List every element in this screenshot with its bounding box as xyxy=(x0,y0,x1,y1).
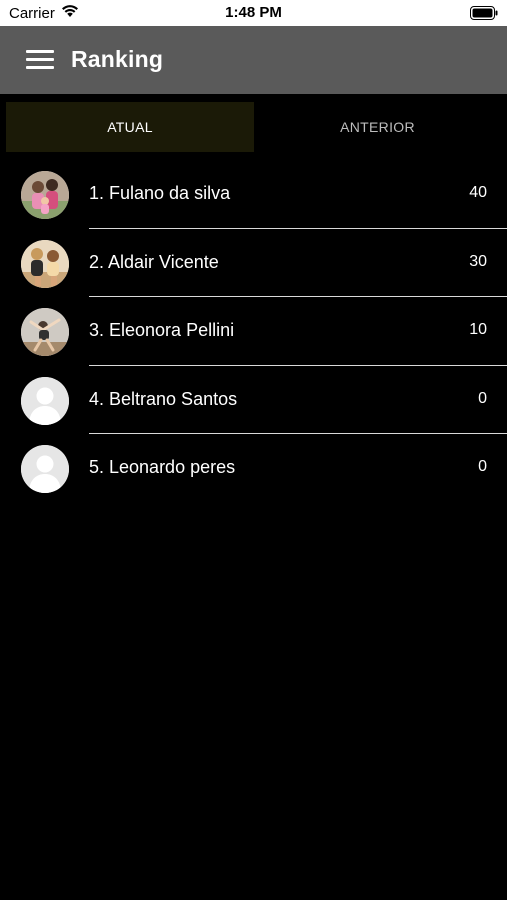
ranking-row[interactable]: 4. Beltrano Santos 0 xyxy=(0,366,507,434)
avatar-photo xyxy=(21,171,69,219)
tab-atual[interactable]: ATUAL xyxy=(6,102,254,152)
player-name: 4. Beltrano Santos xyxy=(89,388,238,409)
status-bar: Carrier 1:48 PM xyxy=(0,0,507,26)
ranking-row[interactable]: 3. Eleonora Pellini 10 xyxy=(0,297,507,366)
player-name: 5. Leonardo peres xyxy=(89,457,236,477)
player-name: 1. Fulano da silva xyxy=(89,183,231,203)
player-name: 3. Eleonora Pellini xyxy=(89,320,235,340)
player-score: 10 xyxy=(469,321,487,338)
app-bar: Ranking xyxy=(0,26,507,94)
status-time: 1:48 PM xyxy=(225,4,282,21)
tab-bar: ATUAL ANTERIOR xyxy=(0,94,507,158)
player-score: 0 xyxy=(478,389,487,407)
battery-icon xyxy=(470,6,498,24)
page-title: Ranking xyxy=(71,46,164,72)
ranking-row[interactable]: 2. Aldair Vicente 30 xyxy=(0,229,507,297)
ranking-row[interactable]: 5. Leonardo peres 0 xyxy=(0,434,507,503)
default-avatar-icon xyxy=(21,445,69,493)
player-score: 0 xyxy=(478,458,487,475)
player-name: 2. Aldair Vicente xyxy=(89,251,219,272)
player-score: 30 xyxy=(469,252,487,270)
ranking-screen: Carrier 1:48 PM Ranking ATUAL ANTERIOR 1… xyxy=(0,0,507,900)
player-score: 40 xyxy=(469,184,487,201)
ranking-list: 1. Fulano da silva 40 2. Aldair Vicente xyxy=(0,160,507,503)
avatar-photo xyxy=(21,239,69,288)
avatar-photo xyxy=(21,308,69,356)
default-avatar-icon xyxy=(21,376,69,425)
hamburger-menu-icon[interactable] xyxy=(26,48,56,72)
tab-anterior[interactable]: ANTERIOR xyxy=(254,102,501,152)
ranking-row[interactable]: 1. Fulano da silva 40 xyxy=(0,160,507,229)
